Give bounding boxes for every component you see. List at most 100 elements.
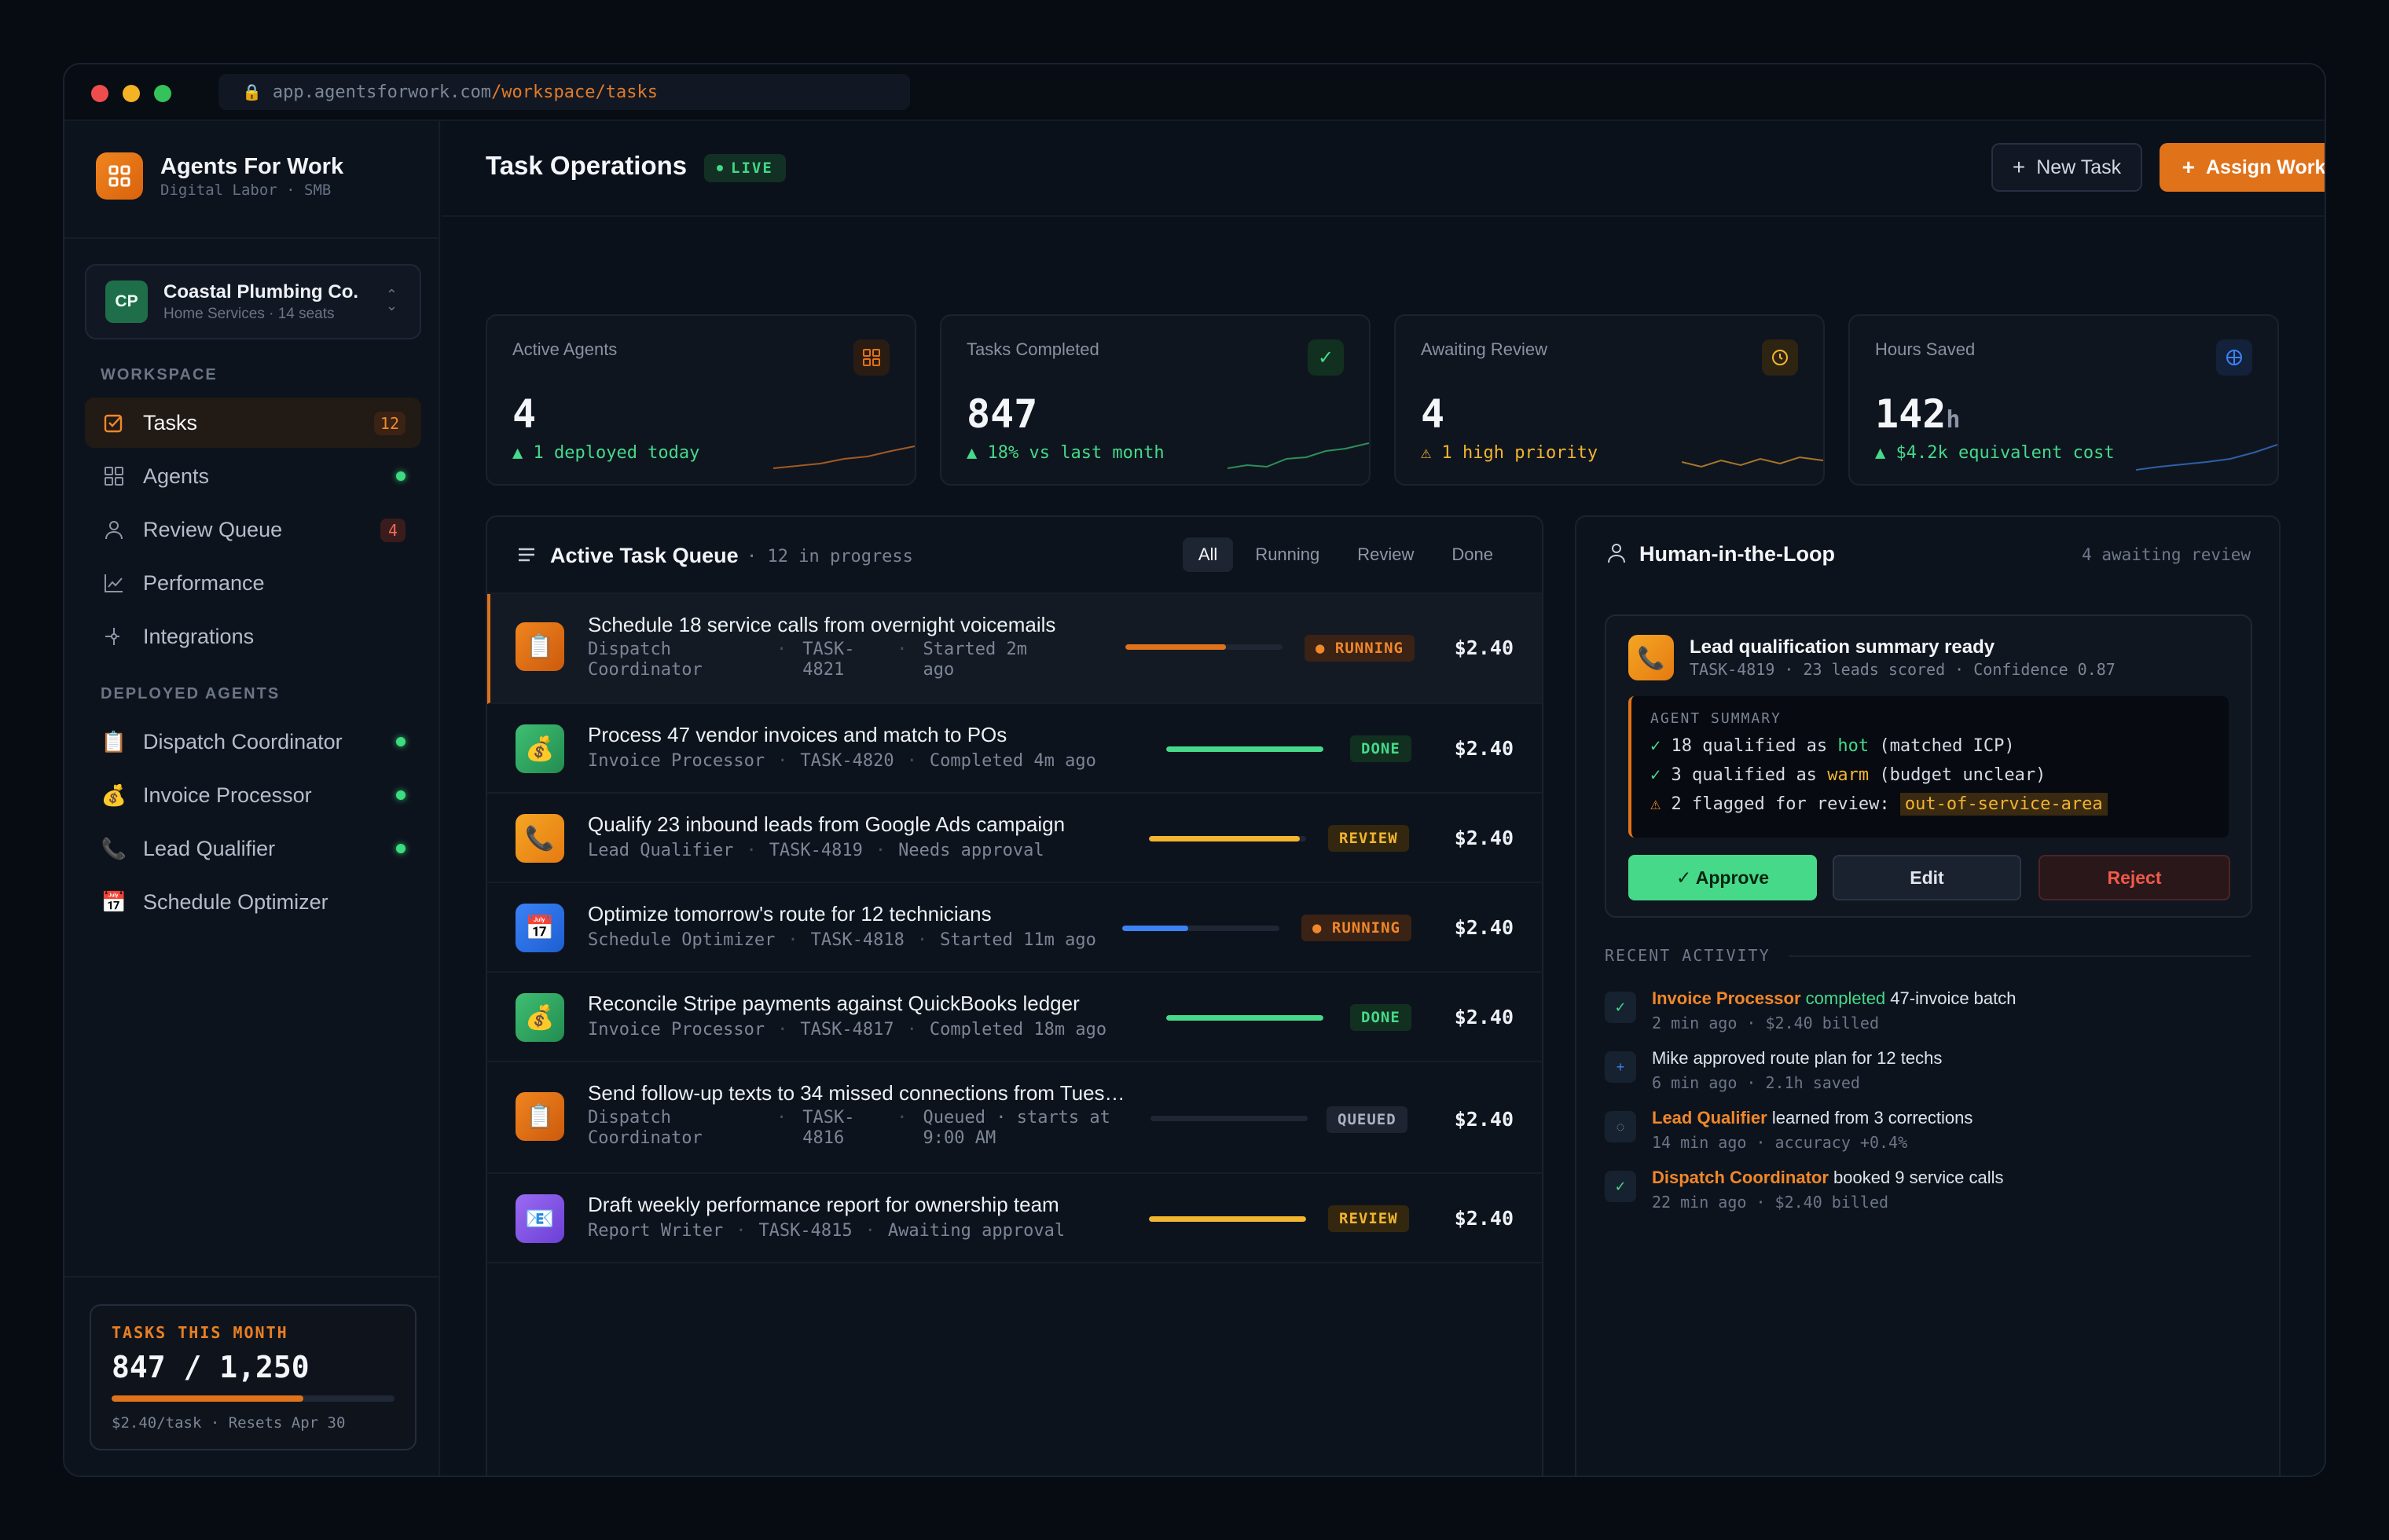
stat-card-awaiting-review[interactable]: Awaiting Review 4 ⚠ 1 high priority <box>1394 314 1825 486</box>
address-bar[interactable]: 🔒 app.agentsforwork.com/workspace/tasks <box>218 74 910 110</box>
usage-progress-fill <box>112 1395 304 1402</box>
activity-item[interactable]: ✓ Invoice Processor completed 47-invoice … <box>1605 988 2251 1043</box>
task-agent: Invoice Processor <box>588 751 765 771</box>
org-switcher[interactable]: CP Coastal Plumbing Co. Home Services · … <box>85 264 421 339</box>
reject-button[interactable]: Reject <box>2039 855 2230 900</box>
activity-item[interactable]: ◌ Lead Qualifier learned from 3 correctio… <box>1605 1108 2251 1163</box>
task-progress-bar <box>1122 926 1279 931</box>
activity-icon: ✓ <box>1605 992 1636 1023</box>
task-id: TASK-4819 <box>769 841 863 860</box>
page-header: Task Operations LIVE + New Task + Assign W… <box>442 121 2325 217</box>
review-subtitle: TASK-4819 · 23 leads scored · Confidence… <box>1690 660 2116 679</box>
workspace-section-label: WORKSPACE <box>101 366 218 383</box>
task-title: Send follow-up texts to 34 missed connec… <box>588 1081 1125 1105</box>
new-task-button[interactable]: + New Task <box>1991 143 2142 192</box>
tab-review[interactable]: Review <box>1341 537 1429 572</box>
task-queue-title: Active Task Queue <box>550 544 739 567</box>
sidebar-item-performance[interactable]: Performance <box>85 558 421 608</box>
activity-text: Mike approved route plan for 12 techs <box>1652 1048 1942 1069</box>
sidebar-agent-lead-qualifier[interactable]: 📞 Lead Qualifier <box>85 823 421 874</box>
stat-card-tasks-completed[interactable]: Tasks Completed ✓ 847 ▲ 18% vs last mont… <box>940 314 1371 486</box>
sidebar: Agents For Work Digital Labor · SMB CP C… <box>64 121 440 1476</box>
calendar-icon: 📅 <box>516 904 564 952</box>
close-window-dot[interactable] <box>91 85 108 102</box>
minimize-window-dot[interactable] <box>123 85 140 102</box>
task-meta: Dispatch Coordinator · TASK- 4821 · Starte… <box>588 640 1041 680</box>
task-agent-line: Coordinator <box>588 660 703 680</box>
task-row[interactable]: 💰 Reconcile Stripe payments against Quick… <box>487 973 1542 1062</box>
sidebar-item-integrations[interactable]: Integrations <box>85 611 421 662</box>
title-bar: 🔒 app.agentsforwork.com/workspace/tasks <box>64 64 2325 121</box>
check-icon: ✓ <box>1308 339 1344 376</box>
assign-work-button[interactable]: + Assign Work <box>2160 143 2325 192</box>
task-queue-count: · 12 in progress <box>747 547 913 566</box>
task-progress-bar <box>1125 644 1283 650</box>
tab-all[interactable]: All <box>1182 537 1234 572</box>
target-icon <box>2216 339 2252 376</box>
summary-line: ✓ 3 qualified as warm (budget unclear) <box>1650 765 2210 785</box>
user-icon <box>102 518 126 541</box>
task-row[interactable]: 📅 Optimize tomorrow's route for 12 techni… <box>487 883 1542 973</box>
new-task-label: New Task <box>2036 156 2122 178</box>
task-title: Optimize tomorrow's route for 12 technic… <box>588 902 992 926</box>
task-time: Queued · starts at 9:00 AM <box>923 1108 1128 1149</box>
sidebar-item-label: Agents <box>143 464 210 488</box>
task-meta: Lead Qualifier · TASK-4819 · Needs approval <box>588 841 1044 860</box>
tab-done[interactable]: Done <box>1436 537 1509 572</box>
human-in-the-loop-panel: Human-in-the-Loop 4 awaiting review 📞 Le… <box>1575 515 2281 1476</box>
task-row[interactable]: 📋 Send follow-up texts to 34 missed conn… <box>487 1064 1542 1174</box>
warning-icon: ⚠ <box>1650 794 1661 814</box>
stat-card-active-agents[interactable]: Active Agents 4 ▲ 1 deployed today <box>486 314 916 486</box>
activity-item[interactable]: + Mike approved route plan for 12 techs 6 … <box>1605 1048 2251 1103</box>
task-meta: Invoice Processor · TASK-4820 · Completed 4m… <box>588 751 1096 771</box>
recent-activity-label: RECENT ACTIVITY <box>1605 946 1771 965</box>
task-meta: Dispatch Coordinator · TASK- 4816 · Queued… <box>588 1108 1128 1149</box>
task-progress-fill <box>1122 926 1188 931</box>
plus-icon: + <box>2182 155 2195 179</box>
status-badge: ● RUNNING <box>1305 635 1415 662</box>
review-count-badge: 4 <box>380 519 406 542</box>
task-id-line: TASK- <box>802 640 855 659</box>
activity-agent: Lead Qualifier <box>1652 1108 1767 1128</box>
activity-item[interactable]: ✓ Dispatch Coordinator booked 9 service c… <box>1605 1168 2251 1223</box>
sidebar-item-review-queue[interactable]: Review Queue 4 <box>85 504 421 555</box>
activity-meta: 22 min ago · $2.40 billed <box>1652 1193 1889 1212</box>
task-row[interactable]: 📧 Draft weekly performance report for own… <box>487 1174 1542 1263</box>
sidebar-agent-schedule-optimizer[interactable]: 📅 Schedule Optimizer <box>85 877 421 927</box>
task-row[interactable]: 💰 Process 47 vendor invoices and match to… <box>487 704 1542 794</box>
task-title: Draft weekly performance report for owne… <box>588 1193 1059 1216</box>
user-icon <box>1606 542 1627 568</box>
tab-running[interactable]: Running <box>1239 537 1335 572</box>
chevron-up-down-icon: ⌃ ⌄ <box>385 287 398 314</box>
task-progress-bar <box>1149 836 1306 842</box>
sidebar-item-agents[interactable]: Agents <box>85 451 421 501</box>
task-agent: Invoice Processor <box>588 1020 765 1040</box>
sidebar-item-label: Tasks <box>143 410 198 434</box>
activity-meta: 6 min ago · 2.1h saved <box>1652 1073 1860 1092</box>
summary-text: 18 qualified as <box>1671 736 1838 756</box>
stat-unit: h <box>1946 406 1961 434</box>
url-host: app.agentsforwork.com <box>272 82 492 102</box>
brand[interactable]: Agents For Work Digital Labor · SMB <box>96 152 343 200</box>
edit-button[interactable]: Edit <box>1833 855 2021 900</box>
task-row[interactable]: 📞 Qualify 23 inbound leads from Google Ad… <box>487 794 1542 883</box>
task-price: $2.40 <box>1454 1207 1514 1230</box>
status-badge: REVIEW <box>1328 825 1409 852</box>
activity-meta: 2 min ago · $2.40 billed <box>1652 1014 1879 1032</box>
clipboard-icon: 📋 <box>516 622 564 671</box>
approve-button[interactable]: ✓ Approve <box>1628 855 1817 900</box>
sidebar-agent-invoice-processor[interactable]: 💰 Invoice Processor <box>85 770 421 820</box>
sidebar-item-tasks[interactable]: Tasks 12 <box>85 398 421 448</box>
calendar-icon: 📅 <box>101 889 127 914</box>
stat-card-hours-saved[interactable]: Hours Saved 142h ▲ $4.2k equivalent cost <box>1848 314 2279 486</box>
sidebar-item-label: Integrations <box>143 624 255 648</box>
task-price: $2.40 <box>1454 737 1514 760</box>
money-bag-icon: 💰 <box>516 724 564 773</box>
maximize-window-dot[interactable] <box>154 85 171 102</box>
stat-delta: ▲ 18% vs last month <box>967 443 1165 463</box>
activity-text: Invoice Processor completed 47-invoice b… <box>1652 988 2017 1009</box>
task-row[interactable]: 📋 Schedule 18 service calls from overnig… <box>487 594 1542 704</box>
sidebar-agent-dispatch-coordinator[interactable]: 📋 Dispatch Coordinator <box>85 717 421 767</box>
review-card: 📞 Lead qualification summary ready TASK-… <box>1605 614 2252 918</box>
task-time: Completed 18m ago <box>929 1020 1107 1040</box>
